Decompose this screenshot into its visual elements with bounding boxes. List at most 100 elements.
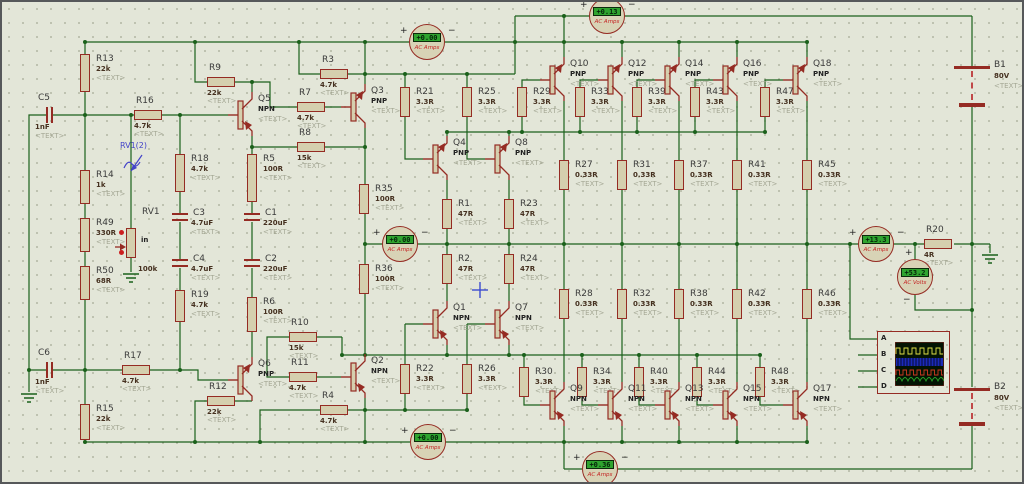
resistor-R46[interactable] — [802, 289, 812, 319]
ref-label: Q17 — [813, 384, 832, 394]
transistor-Q2[interactable] — [341, 354, 375, 398]
capacitor-C5[interactable] — [46, 107, 48, 123]
resistor-R3[interactable] — [320, 69, 348, 79]
transistor-Q5[interactable] — [228, 92, 262, 136]
transistor-Q16[interactable] — [713, 57, 747, 101]
capacitor-plate[interactable] — [51, 362, 53, 378]
value-label: 0.33R — [575, 300, 598, 308]
resistor-R25[interactable] — [462, 87, 472, 117]
resistor-R33[interactable] — [575, 87, 585, 117]
resistor-R10[interactable] — [289, 332, 317, 342]
resistor-R15[interactable] — [80, 404, 90, 440]
resistor-R11[interactable] — [289, 372, 317, 382]
ref-label: B1 — [994, 60, 1006, 70]
text-placeholder: <TEXT> — [685, 80, 715, 88]
transistor-Q7[interactable] — [485, 301, 519, 345]
resistor-R29[interactable] — [517, 87, 527, 117]
resistor-R21[interactable] — [400, 87, 410, 117]
resistor-R4[interactable] — [320, 405, 348, 415]
transistor-Q12[interactable] — [598, 57, 632, 101]
resistor-R47[interactable] — [760, 87, 770, 117]
resistor-R7[interactable] — [297, 102, 325, 112]
ref-label: R41 — [748, 160, 766, 170]
capacitor-C3[interactable] — [172, 213, 188, 215]
transistor-Q4[interactable] — [423, 136, 457, 180]
value-label: 80V — [994, 72, 1010, 80]
transistor-Q10[interactable] — [540, 57, 574, 101]
ref-label: R26 — [478, 364, 496, 374]
resistor-R8[interactable] — [297, 142, 325, 152]
value-label: 4.7k — [297, 114, 315, 122]
text-placeholder: <TEXT> — [371, 377, 401, 385]
capacitor-plate[interactable] — [244, 219, 260, 221]
capacitor-plate[interactable] — [244, 265, 260, 267]
transistor-Q17[interactable] — [783, 382, 817, 426]
resistor-R38[interactable] — [674, 289, 684, 319]
resistor-R23[interactable] — [504, 199, 514, 229]
resistor-R14[interactable] — [80, 170, 90, 204]
transistor-Q3[interactable] — [341, 84, 375, 128]
capacitor-C1[interactable] — [244, 213, 260, 215]
battery-plate[interactable] — [959, 422, 985, 426]
transistor-Q15[interactable] — [713, 382, 747, 426]
resistor-R32[interactable] — [617, 289, 627, 319]
resistor-R9[interactable] — [207, 77, 235, 87]
transistor-Q1[interactable] — [423, 301, 457, 345]
resistor-R22[interactable] — [400, 364, 410, 394]
resistor-R39[interactable] — [632, 87, 642, 117]
resistor-R24[interactable] — [504, 254, 514, 284]
type-label: PNP — [371, 97, 388, 105]
resistor-R20[interactable] — [924, 239, 952, 249]
resistor-R28[interactable] — [559, 289, 569, 319]
resistor-R13[interactable] — [80, 54, 90, 92]
transistor-Q6[interactable] — [228, 357, 262, 401]
resistor-R37[interactable] — [674, 160, 684, 190]
resistor-R42[interactable] — [732, 289, 742, 319]
resistor-R50[interactable] — [80, 266, 90, 300]
pot-wiper[interactable] — [115, 238, 127, 251]
transistor-Q8[interactable] — [485, 136, 519, 180]
resistor-R45[interactable] — [802, 160, 812, 190]
resistor-R2[interactable] — [442, 254, 452, 284]
resistor-R35[interactable] — [359, 184, 369, 214]
capacitor-plate[interactable] — [172, 219, 188, 221]
transistor-Q11[interactable] — [598, 382, 632, 426]
transistor-Q13[interactable] — [655, 382, 689, 426]
resistor-R30[interactable] — [519, 367, 529, 397]
resistor-R6[interactable] — [247, 297, 257, 332]
capacitor-plate[interactable] — [51, 107, 53, 123]
capacitor-plate[interactable] — [172, 265, 188, 267]
resistor-R18[interactable] — [175, 154, 185, 192]
type-label: PNP — [628, 70, 645, 78]
potentiometer-RV1[interactable] — [126, 228, 136, 258]
capacitor-C2[interactable] — [244, 259, 260, 261]
meter-unit-label: AC Amps — [387, 247, 413, 253]
transistor-Q18[interactable] — [783, 57, 817, 101]
resistor-R16[interactable] — [134, 110, 162, 120]
transistor-Q14[interactable] — [655, 57, 689, 101]
battery-plate[interactable] — [959, 103, 985, 107]
value-label: 100R — [375, 275, 396, 283]
ref-label: Q14 — [685, 59, 704, 69]
resistor-R17[interactable] — [122, 365, 150, 375]
resistor-R36[interactable] — [359, 264, 369, 294]
resistor-R27[interactable] — [559, 160, 569, 190]
schematic-canvas[interactable]: R13 22k <TEXT> R14 1k <TEXT> R49 330R <TEXT> R50 6… — [0, 0, 1024, 484]
transistor-Q9[interactable] — [540, 382, 574, 426]
capacitor-C4[interactable] — [172, 259, 188, 261]
resistor-R5[interactable] — [247, 154, 257, 202]
battery-B2-plate[interactable] — [954, 388, 990, 391]
resistor-R31[interactable] — [617, 160, 627, 190]
resistor-R19[interactable] — [175, 290, 185, 322]
type-label: PNP — [515, 149, 532, 157]
resistor-R1[interactable] — [442, 199, 452, 229]
resistor-R41[interactable] — [732, 160, 742, 190]
ref-label: R4 — [322, 391, 334, 401]
battery-B1-plate[interactable] — [954, 66, 990, 69]
resistor-R49[interactable] — [80, 218, 90, 252]
capacitor-C6[interactable] — [46, 362, 48, 378]
resistor-R43[interactable] — [690, 87, 700, 117]
plus-sign: + — [849, 228, 857, 238]
resistor-R26[interactable] — [462, 364, 472, 394]
text-placeholder: <TEXT> — [570, 80, 600, 88]
